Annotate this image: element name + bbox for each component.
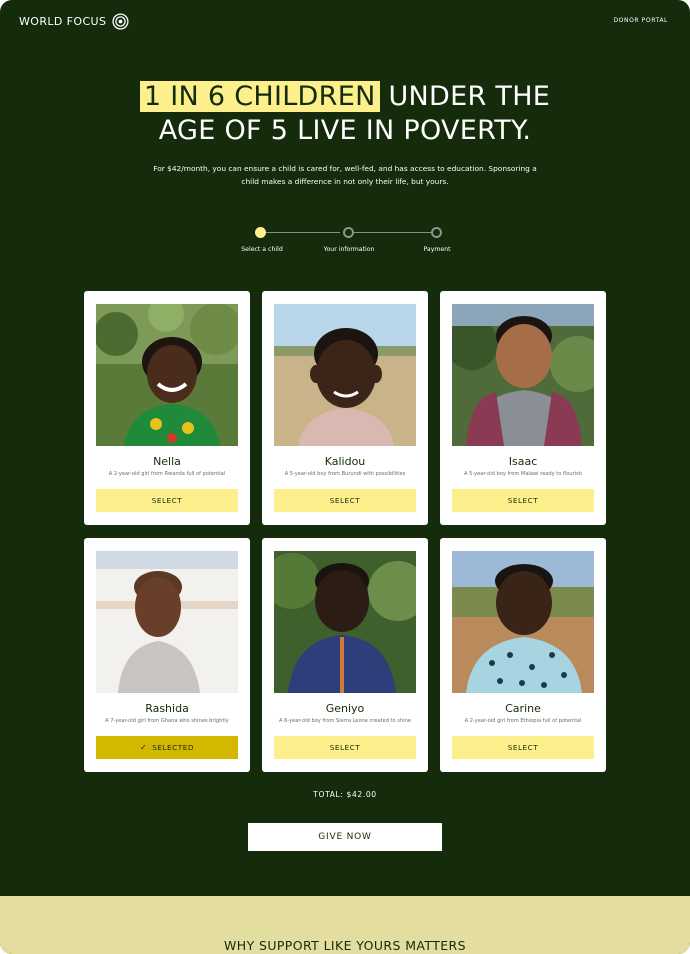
select-child-button[interactable]: SELECT	[274, 489, 416, 512]
section-title: WHY SUPPORT LIKE YOURS MATTERS	[224, 938, 466, 953]
give-now-button[interactable]: GIVE NOW	[248, 823, 442, 851]
step-label-payment: Payment	[423, 246, 451, 253]
brand-logo[interactable]: WORLD FOCUS	[19, 13, 129, 30]
selected-child-button[interactable]: ✓ SELECTED	[96, 736, 238, 759]
child-photo	[452, 304, 594, 446]
select-button-label: SELECT	[507, 743, 539, 752]
step-dot-select-child[interactable]	[255, 227, 266, 238]
page-frame: WORLD FOCUS DONOR PORTAL 1 IN 6 CHILDREN…	[0, 0, 690, 954]
headline-highlight: 1 IN 6 CHILDREN	[139, 81, 380, 112]
top-bar: WORLD FOCUS DONOR PORTAL	[0, 0, 690, 46]
child-name: Nella	[153, 455, 181, 468]
headline-line1-rest: UNDER THE	[379, 81, 551, 112]
child-card-isaac: Isaac A 5-year-old boy from Malawi ready…	[440, 291, 606, 525]
brand-name: WORLD FOCUS	[19, 15, 107, 28]
child-description: A 2-year-old girl from Rwanda full of po…	[108, 471, 226, 477]
step-dot-your-information[interactable]	[343, 227, 354, 238]
select-button-label: SELECT	[151, 496, 183, 505]
hero-headline: 1 IN 6 CHILDREN UNDER THE AGE OF 5 LIVE …	[0, 80, 690, 148]
child-card-geniyo: Geniyo A 6-year-old boy from Sierra Leon…	[262, 538, 428, 772]
select-button-label: SELECT	[329, 496, 361, 505]
child-name: Geniyo	[325, 702, 365, 715]
child-name: Isaac	[508, 455, 538, 468]
child-name: Carine	[505, 702, 541, 715]
select-child-button[interactable]: SELECT	[452, 736, 594, 759]
select-button-label: SELECT	[507, 496, 539, 505]
step-label-select-child: Select a child	[241, 246, 283, 253]
child-description: A 5-year-old boy from Burundi with possi…	[284, 471, 406, 477]
why-support-section: WHY SUPPORT LIKE YOURS MATTERS	[0, 896, 690, 954]
donation-total: TOTAL: $42.00	[313, 790, 377, 799]
headline-line2: AGE OF 5 LIVE IN POVERTY.	[158, 115, 532, 146]
child-photo	[274, 551, 416, 693]
child-description: A 5-year-old boy from Malawi ready to fl…	[464, 471, 582, 477]
child-name: Kalidou	[324, 455, 366, 468]
checkmark-icon: ✓	[140, 743, 148, 752]
child-description: A 7-year-old girl from Ghana who shines …	[105, 718, 229, 724]
child-description: A 6-year-old boy from Sierra Leone creat…	[279, 718, 411, 724]
hero-subcopy: For $42/month, you can ensure a child is…	[153, 164, 537, 186]
step-connector	[354, 232, 431, 233]
child-card-kalidou: Kalidou A 5-year-old boy from Burundi wi…	[262, 291, 428, 525]
child-card-nella: Nella A 2-year-old girl from Rwanda full…	[84, 291, 250, 525]
donor-portal-link[interactable]: DONOR PORTAL	[613, 17, 668, 24]
select-child-button[interactable]: SELECT	[452, 489, 594, 512]
child-photo	[96, 551, 238, 693]
select-button-label: SELECTED	[152, 743, 194, 752]
select-child-button[interactable]: SELECT	[96, 489, 238, 512]
child-name: Rashida	[145, 702, 189, 715]
step-label-your-information: Your information	[323, 246, 375, 253]
select-child-button[interactable]: SELECT	[274, 736, 416, 759]
child-photo	[96, 304, 238, 446]
child-card-carine: Carine A 2-year-old girl from Ethiopia f…	[440, 538, 606, 772]
child-card-rashida: Rashida A 7-year-old girl from Ghana who…	[84, 538, 250, 772]
progress-stepper: Select a child Your information Payment	[0, 226, 690, 256]
step-dot-payment[interactable]	[431, 227, 442, 238]
step-connector	[266, 232, 340, 233]
concentric-target-icon	[112, 13, 129, 30]
select-button-label: SELECT	[329, 743, 361, 752]
child-photo	[274, 304, 416, 446]
child-photo	[452, 551, 594, 693]
child-description: A 2-year-old girl from Ethiopia full of …	[464, 718, 582, 724]
